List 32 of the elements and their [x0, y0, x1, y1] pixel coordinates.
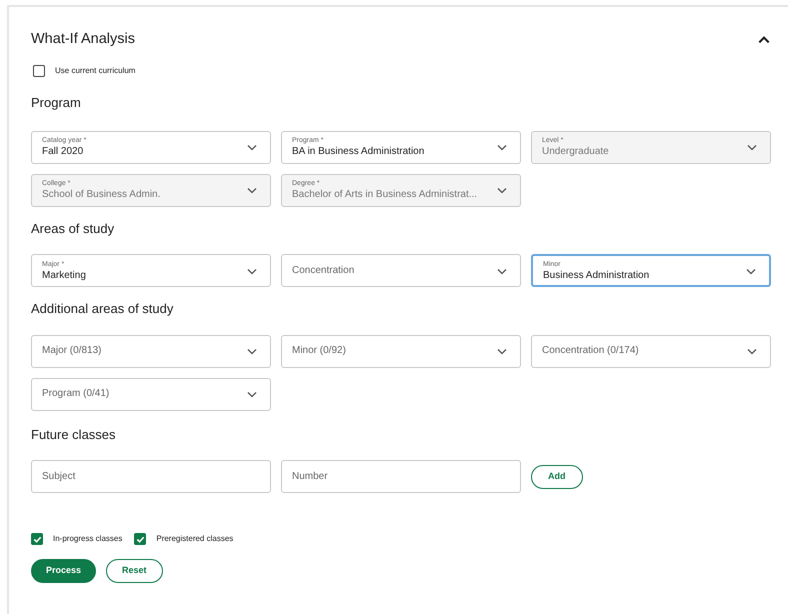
dropdown-field[interactable]: Program (0/41): [31, 378, 271, 410]
field-value: School of Business Admin.: [42, 190, 160, 200]
checkbox-label: Use current curriculum: [55, 65, 136, 77]
reset-button[interactable]: Reset: [106, 559, 163, 583]
field-value: BA in Business Administration: [292, 147, 424, 157]
dropdown-field[interactable]: Minor (0/92): [281, 334, 521, 368]
checkbox[interactable]: [31, 533, 43, 545]
process-button[interactable]: Process: [31, 559, 96, 583]
add-button[interactable]: Add: [531, 464, 582, 488]
checkbox[interactable]: [33, 65, 45, 77]
field-value: Marketing: [42, 270, 86, 280]
section-heading: Additional areas of study: [31, 300, 174, 318]
text-field[interactable]: Number: [281, 460, 521, 493]
field-placeholder: Program (0/41): [42, 389, 110, 399]
field-placeholder: Major (0/813): [42, 346, 102, 356]
checkbox-label: In-progress classes: [53, 533, 122, 545]
section-heading: Future classes: [31, 426, 117, 444]
panel-title: What-If Analysis: [31, 30, 135, 50]
field-placeholder: Concentration (0/174): [542, 346, 639, 356]
text-field[interactable]: Subject: [31, 460, 271, 493]
dropdown-field[interactable]: Major (0/813): [31, 334, 271, 368]
field-placeholder: Minor (0/92): [292, 346, 346, 356]
checkbox-label: Preregistered classes: [156, 533, 234, 545]
dropdown-field[interactable]: Concentration: [281, 254, 521, 287]
section-heading: Program: [31, 94, 82, 112]
field-value: Fall 2020: [42, 147, 84, 157]
checkbox[interactable]: [134, 533, 146, 545]
field-value: Bachelor of Arts in Business Administrat...: [292, 190, 478, 200]
section-heading: Areas of study: [31, 220, 116, 238]
field-value: Business Administration: [543, 270, 650, 280]
field-placeholder: Concentration: [292, 266, 354, 276]
dropdown-field[interactable]: Concentration (0/174): [531, 334, 771, 368]
